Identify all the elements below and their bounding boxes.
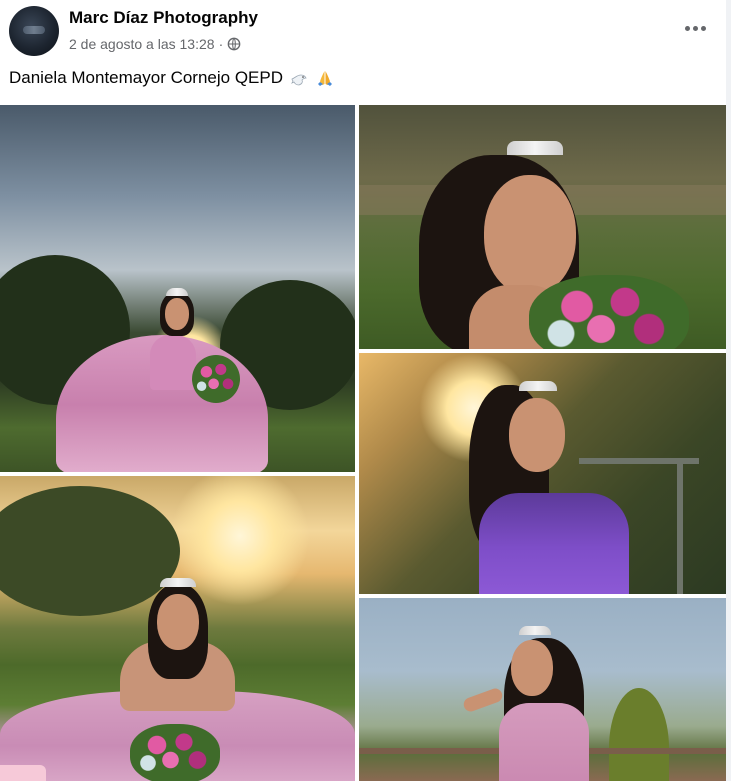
globe-icon[interactable] [227,37,241,51]
post-caption: Daniela Montemayor Cornejo QEPD [9,68,335,88]
page-name-link[interactable]: Marc Díaz Photography [69,8,258,28]
caption-text: Daniela Montemayor Cornejo QEPD [9,68,284,87]
more-options-icon[interactable] [683,18,707,38]
photo-4[interactable] [0,476,355,781]
post-header: Marc Díaz Photography 2 de agosto a las … [9,6,721,56]
folded-hands-icon [318,71,333,86]
photo-1[interactable] [0,105,355,472]
post-card: Marc Díaz Photography 2 de agosto a las … [0,0,726,781]
page-avatar[interactable] [9,6,59,56]
photo-3[interactable] [359,353,726,594]
dove-icon [291,74,307,86]
photo-2[interactable] [359,105,726,349]
reaction-chip [0,765,46,781]
post-timestamp[interactable]: 2 de agosto a las 13:28 [69,36,215,52]
post-meta: 2 de agosto a las 13:28 · [69,36,241,52]
meta-separator: · [218,36,224,52]
photo-5[interactable] [359,598,726,781]
